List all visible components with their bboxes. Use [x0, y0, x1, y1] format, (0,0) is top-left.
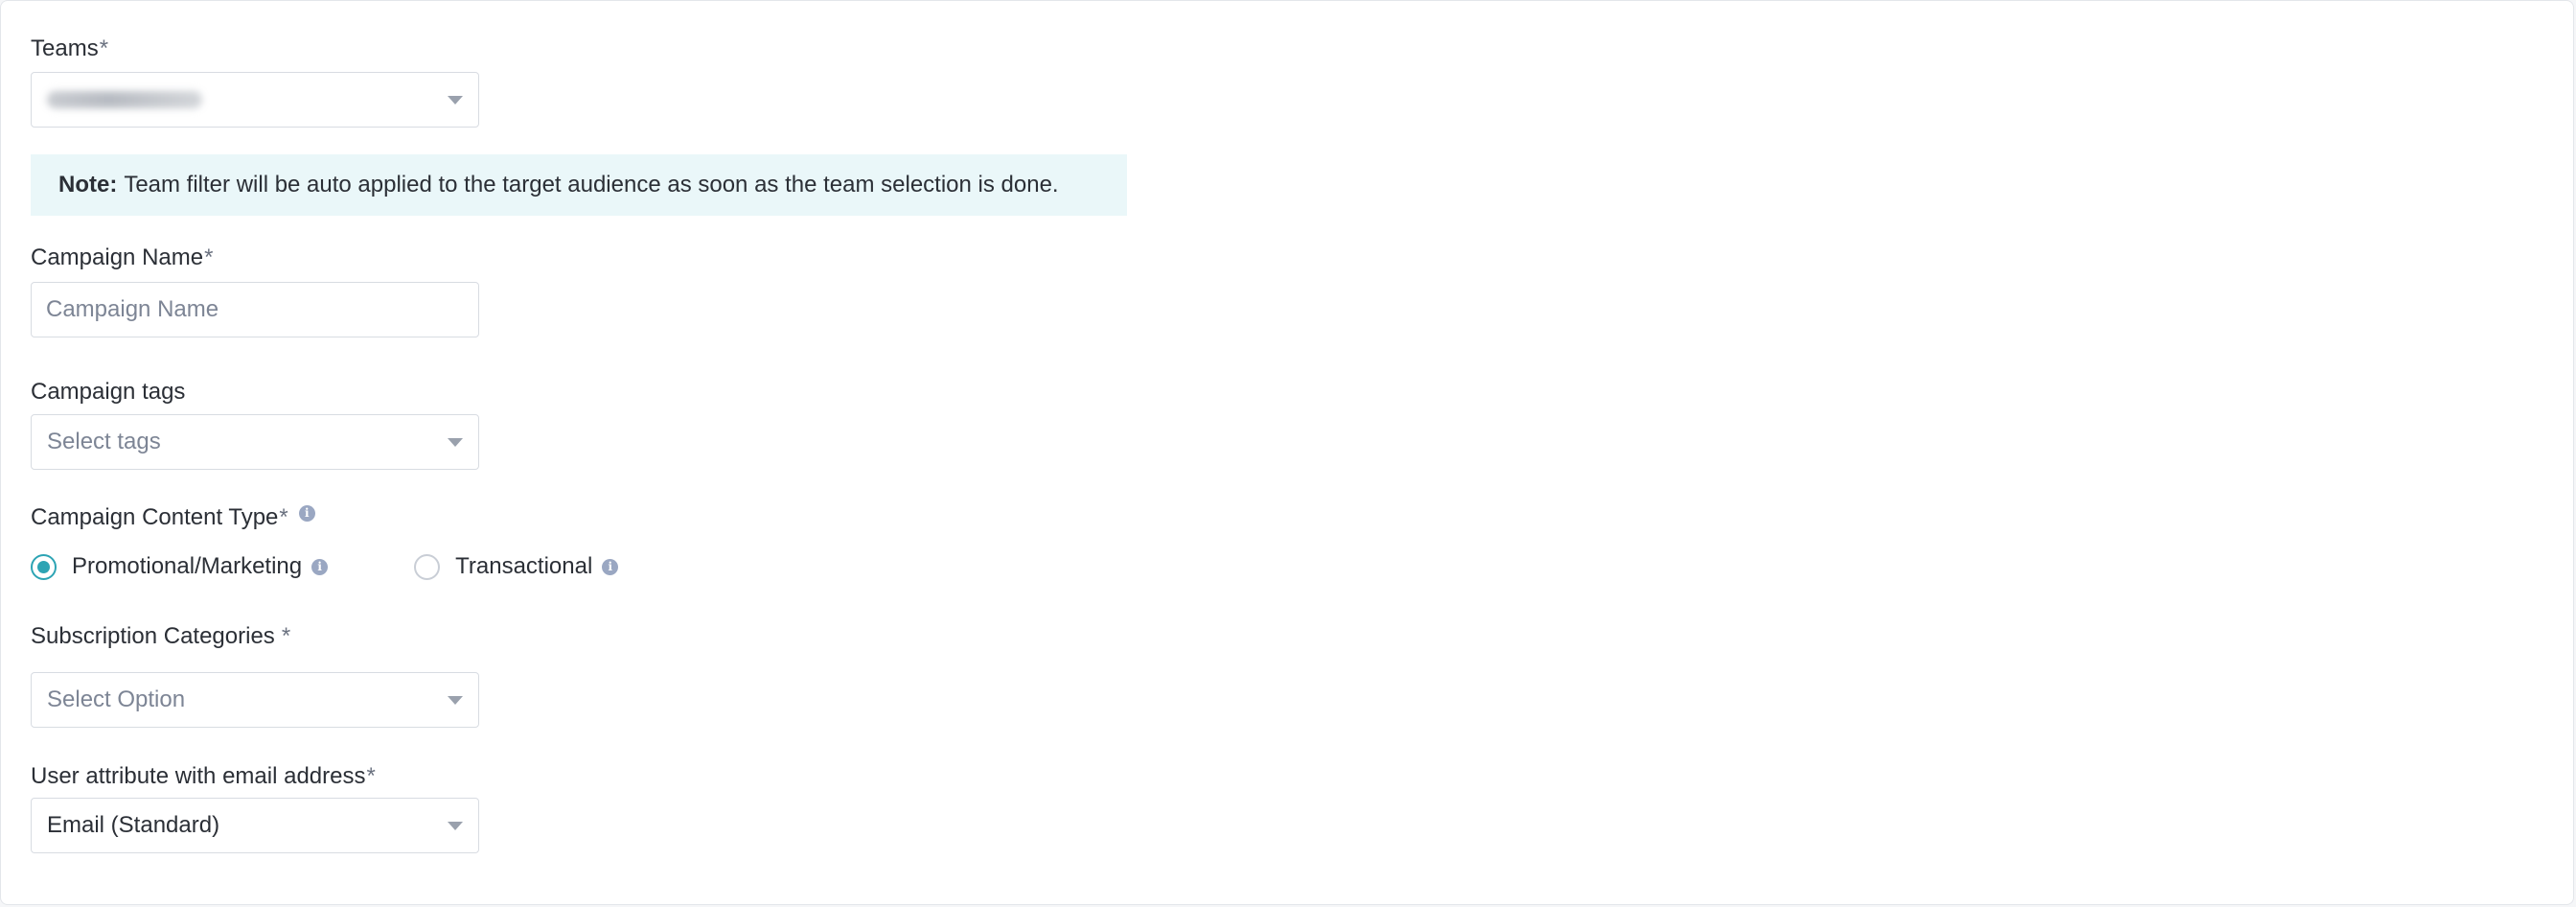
email-attribute-field: User attribute with email address * Email… [31, 762, 479, 853]
note-prefix: Note: [58, 172, 118, 198]
info-icon[interactable]: i [298, 504, 315, 522]
radio-promotional[interactable] [31, 553, 57, 580]
email-attribute-label: User attribute with email address * [31, 763, 376, 789]
campaign-tags-field: Campaign tags Select tags [31, 378, 479, 470]
subscription-categories-select[interactable]: Select Option [31, 672, 479, 728]
teams-selected-value-redacted [47, 91, 202, 108]
campaign-tags-select[interactable]: Select tags [31, 414, 479, 470]
note-text: Team filter will be auto applied to the … [124, 172, 1059, 198]
required-mark: * [99, 35, 109, 61]
info-icon[interactable]: i [602, 558, 619, 575]
teams-field: Teams * [31, 35, 479, 128]
caret-down-icon [448, 696, 463, 705]
content-type-radio-group: Promotional/Marketing i Transactional i [31, 553, 619, 580]
required-mark: * [366, 763, 376, 789]
caret-down-icon [448, 822, 463, 830]
campaign-tags-label: Campaign tags [31, 379, 186, 405]
team-filter-note: Note: Team filter will be auto applied t… [31, 154, 1127, 216]
info-icon[interactable]: i [311, 558, 329, 575]
caret-down-icon [448, 96, 463, 105]
radio-transactional-label[interactable]: Transactional [455, 553, 592, 580]
subscription-categories-field: Subscription Categories * Select Option [31, 622, 479, 728]
email-attribute-value: Email (Standard) [47, 812, 220, 838]
content-type-label: Campaign Content Type * i [31, 503, 315, 532]
required-mark: * [281, 623, 291, 649]
email-attribute-select[interactable]: Email (Standard) [31, 798, 479, 853]
campaign-form-panel: Teams * Note: Team filter will be auto ap… [0, 0, 2574, 905]
teams-label: Teams * [31, 35, 109, 61]
radio-promotional-label[interactable]: Promotional/Marketing [72, 553, 302, 580]
required-mark: * [204, 244, 214, 270]
content-type-field: Campaign Content Type * i [31, 503, 315, 532]
teams-select[interactable] [31, 72, 479, 128]
subscription-categories-label: Subscription Categories * [31, 623, 291, 649]
campaign-name-label: Campaign Name * [31, 244, 214, 270]
radio-transactional[interactable] [414, 553, 441, 580]
subscription-categories-placeholder: Select Option [47, 686, 186, 712]
required-mark: * [279, 504, 288, 530]
campaign-name-field: Campaign Name * [31, 244, 479, 337]
campaign-tags-placeholder: Select tags [47, 429, 161, 454]
campaign-name-input[interactable] [31, 282, 479, 337]
caret-down-icon [448, 438, 463, 447]
